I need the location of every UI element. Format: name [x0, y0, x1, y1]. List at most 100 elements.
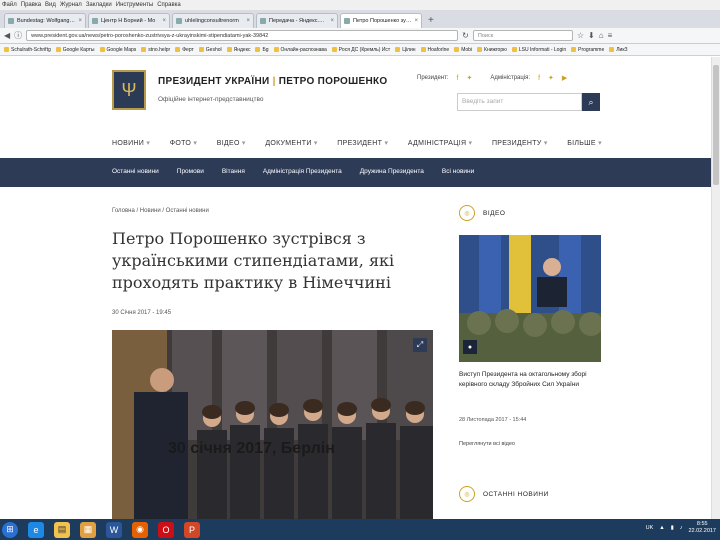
scrollbar-thumb[interactable]: [713, 65, 719, 185]
main-nav-item[interactable]: НОВИНИ ▾: [112, 139, 150, 147]
video-date: 28 Листопада 2017 - 15:44: [459, 417, 527, 423]
bookmark-item[interactable]: Google Maps: [99, 46, 137, 53]
firefox-icon[interactable]: ◉: [132, 521, 148, 538]
menu-icon[interactable]: ≡: [608, 31, 613, 40]
latest-news-title[interactable]: ОСТАННІ НОВИНИ: [483, 491, 549, 498]
bookmark-item[interactable]: Hoaforlne: [420, 47, 449, 53]
bookmark-item[interactable]: Google Карты: [55, 47, 95, 53]
file-explorer-icon[interactable]: ▤: [54, 521, 70, 538]
menu-item[interactable]: Правка: [21, 2, 41, 8]
close-icon[interactable]: ×: [246, 18, 250, 24]
coat-of-arms-logo[interactable]: Ψ: [112, 70, 146, 110]
close-icon[interactable]: ×: [414, 18, 418, 24]
browser-tab[interactable]: Петро Порошенко зустр ×: [340, 13, 422, 28]
video-thumbnail[interactable]: [459, 235, 601, 362]
bookmark-item[interactable]: Ферт: [175, 47, 194, 53]
back-icon[interactable]: ◀: [4, 31, 10, 40]
sub-nav-item[interactable]: Промови: [177, 168, 204, 175]
start-icon[interactable]: ⊞: [2, 521, 18, 538]
twitter-icon[interactable]: ✦: [466, 74, 472, 82]
browser-tab[interactable]: Bundestag: Wolfgang Schäub×: [4, 13, 86, 28]
bookmark-item[interactable]: Цілин: [395, 47, 416, 53]
word-icon[interactable]: W: [106, 521, 122, 538]
youtube-icon[interactable]: ▶: [562, 74, 567, 82]
main-nav-item[interactable]: ФОТО ▾: [170, 139, 197, 147]
browser-search-input[interactable]: Поиск: [472, 30, 573, 41]
bookmark-label: Google Maps: [106, 46, 137, 53]
breadcrumb[interactable]: Головна / Новини / Останні новини: [112, 208, 209, 214]
powerpoint-icon[interactable]: P: [184, 521, 200, 538]
menu-item[interactable]: Файл: [2, 2, 17, 8]
bookmark-icon: [175, 47, 181, 52]
main-nav-item[interactable]: БІЛЬШЕ ▾: [567, 139, 602, 147]
menu-item[interactable]: Журнал: [60, 2, 82, 8]
internet-explorer-icon[interactable]: e: [28, 521, 44, 538]
sub-nav-item[interactable]: Дружина Президента: [360, 168, 424, 175]
clock[interactable]: 8:55 22.02.2017: [688, 521, 716, 535]
video-title[interactable]: Виступ Президента на октагольному зборі …: [459, 370, 604, 390]
sub-nav-item[interactable]: Всі новини: [442, 168, 474, 175]
main-nav-item[interactable]: ВІДЕО ▾: [217, 139, 246, 147]
menu-item[interactable]: Вид: [45, 2, 56, 8]
main-nav-item[interactable]: ПРЕЗИДЕНТУ ▾: [492, 139, 548, 147]
expand-icon[interactable]: ⤢: [413, 338, 427, 352]
main-nav-item[interactable]: ПРЕЗИДЕНТ ▾: [337, 139, 388, 147]
language-indicator[interactable]: UK: [646, 525, 654, 531]
close-icon[interactable]: ×: [330, 18, 334, 24]
menu-item[interactable]: Закладки: [86, 2, 112, 8]
search-button[interactable]: ⌕: [582, 93, 600, 111]
arrow-up-icon[interactable]: ▲: [659, 525, 664, 531]
bookmark-item[interactable]: Mobi: [454, 47, 472, 53]
bookmark-item[interactable]: Schulrath-Schriftg: [4, 47, 51, 53]
bookmark-item[interactable]: Онлайн-распознава: [273, 47, 327, 53]
camera-icon[interactable]: ●: [463, 340, 477, 354]
favicon-icon: [92, 18, 98, 24]
bookmark-label: LSU Informati - Login: [518, 46, 567, 53]
sub-nav-item[interactable]: Останні новини: [112, 168, 159, 175]
browser-tab[interactable]: Центр Н Борний - Мо ×: [88, 13, 170, 28]
video-section-title[interactable]: ВІДЕО: [483, 210, 505, 217]
archive-icon[interactable]: ▦: [80, 521, 96, 538]
facebook-icon[interactable]: f: [538, 75, 540, 82]
bookmark-item[interactable]: Рося ДС (Кремль) Ист: [331, 47, 390, 53]
browser-tab[interactable]: uhlelingconsultrenorm ×: [172, 13, 254, 28]
tab-label: Петро Порошенко зустр: [353, 18, 412, 24]
url-input[interactable]: www.president.gov.ua/news/petro-poroshen…: [26, 30, 459, 41]
page-scrollbar[interactable]: [711, 57, 720, 519]
menu-item[interactable]: Инструменты: [116, 2, 153, 8]
bookmark-item[interactable]: stno.helpr: [141, 47, 170, 53]
star-icon[interactable]: ☆: [577, 31, 584, 40]
bookmark-item[interactable]: ЛикЗ: [609, 47, 628, 53]
home-icon[interactable]: ⌂: [599, 31, 604, 40]
main-nav-item[interactable]: ДОКУМЕНТИ ▾: [265, 139, 317, 147]
tab-strip: Bundestag: Wolfgang Schäub×Центр Н Борни…: [0, 10, 720, 28]
site-search-input[interactable]: Введіть запит: [457, 93, 582, 111]
article-photo[interactable]: ⤢: [112, 330, 433, 519]
main-nav-item[interactable]: АДМІНІСТРАЦІЯ ▾: [408, 139, 473, 147]
twitter-icon[interactable]: ✦: [548, 74, 554, 82]
sub-nav-item[interactable]: Адміністрація Президента: [263, 168, 342, 175]
opera-icon[interactable]: O: [158, 521, 174, 538]
sub-nav-item[interactable]: Вітання: [222, 168, 245, 175]
bookmark-item[interactable]: Programme: [571, 47, 604, 53]
site-title[interactable]: ПРЕЗИДЕНТ УКРАЇНИ | ПЕТРО ПОРОШЕНКО: [158, 76, 387, 87]
close-icon[interactable]: ×: [78, 18, 82, 24]
facebook-icon[interactable]: f: [457, 75, 459, 82]
main-nav-label: ФОТО: [169, 140, 192, 147]
download-icon[interactable]: ⬇: [588, 31, 595, 40]
bookmark-label: Яндекс: [233, 46, 251, 53]
network-icon[interactable]: ▮: [671, 525, 674, 531]
bookmark-item[interactable]: LSU Informati - Login: [511, 46, 567, 53]
reload-icon[interactable]: ↻: [462, 31, 469, 40]
browser-tab[interactable]: Передача - Яндекс.Видео×: [256, 13, 338, 28]
menu-item[interactable]: Справка: [157, 2, 181, 8]
bookmark-item[interactable]: Яндекс: [226, 46, 251, 53]
new-tab-button[interactable]: +: [424, 13, 438, 28]
info-icon[interactable]: ⓘ: [14, 30, 22, 41]
close-icon[interactable]: ×: [162, 18, 166, 24]
bookmark-item[interactable]: Книжгорю: [477, 47, 507, 53]
volume-icon[interactable]: ♪: [680, 525, 683, 531]
bookmark-item[interactable]: Бg: [255, 47, 269, 53]
bookmark-item[interactable]: Geshol: [198, 47, 222, 53]
all-videos-link[interactable]: Переглянути всі відео: [459, 441, 515, 447]
